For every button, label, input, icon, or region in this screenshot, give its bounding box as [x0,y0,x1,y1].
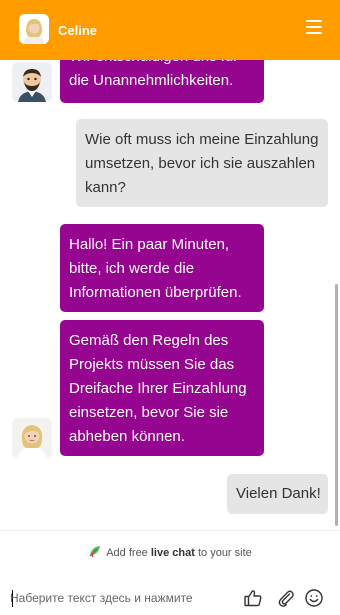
paperclip-icon[interactable] [276,588,296,608]
agent-message: Gemäß den Regeln des Projekts müssen Sie… [60,320,264,456]
promo-link-text[interactable]: live chat [151,547,195,559]
message-line: abheben können. [69,428,185,445]
message-line: Gemäß den Regeln des [69,332,229,349]
message-line: Wie oft muss ich meine Einzahlung [85,131,319,148]
chat-header: Celine [0,0,340,60]
message-line: die Unannehmlichkeiten. [69,72,234,89]
promo-prefix: Add free [106,547,148,559]
smiley-icon[interactable] [304,588,324,608]
message-line: Dreifache Ihrer Einzahlung [69,380,247,397]
agent-name: Celine [58,23,98,38]
message-line: kann? [85,179,126,196]
user-message: Wie oft muss ich meine Einzahlung umsetz… [76,119,328,207]
message-line: Projekts müssen Sie das [69,356,235,373]
menu-icon[interactable] [306,20,322,34]
thumbs-up-icon[interactable] [243,588,263,608]
message-line: einsetzen, bevor Sie sie [69,404,229,421]
message-line: bitte, ich werde die [69,260,195,277]
chat-scrollbar[interactable] [335,284,338,526]
chat-history: Wir entschuldigen uns für die Unannehmli… [0,0,340,530]
promo-suffix: to your site [197,547,252,559]
user-message: Vielen Dank! [227,474,328,514]
message-line: Informationen überprüfen. [69,284,242,301]
leaf-icon [88,544,102,561]
agent-avatar [12,418,52,458]
message-line: Vielen Dank! [236,485,321,502]
agent-message: Hallo! Ein paar Minuten, bitte, ich werd… [60,224,264,312]
message-line: Hallo! Ein paar Minuten, [69,236,230,253]
footer-divider [0,530,340,531]
promo-link[interactable]: Add free live chat to your site [0,544,340,561]
message-input[interactable] [10,585,232,611]
message-line: umsetzen, bevor ich sie auszahlen [85,155,316,172]
agent-avatar [12,62,52,102]
agent-header-avatar [19,14,49,44]
message-composer [0,583,340,615]
